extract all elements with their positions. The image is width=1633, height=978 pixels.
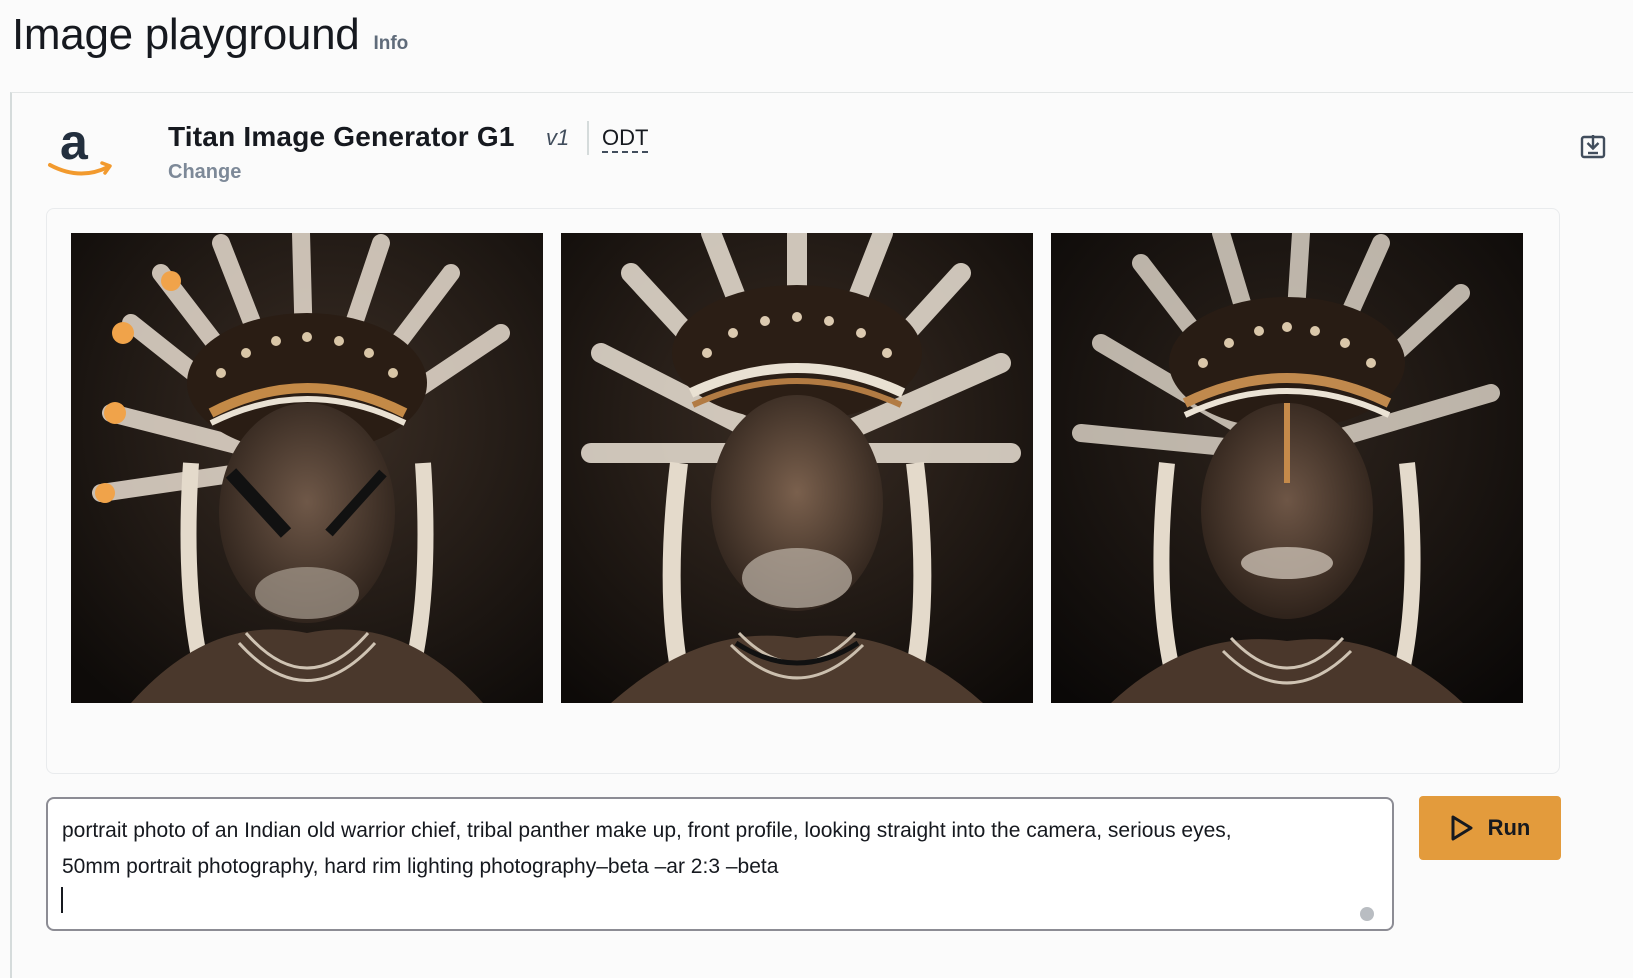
text-caret	[61, 887, 63, 913]
run-label: Run	[1487, 815, 1531, 840]
portrait-image	[561, 233, 1033, 703]
generated-image-1[interactable]	[71, 233, 543, 703]
generated-image-3[interactable]	[1051, 233, 1523, 703]
resize-handle[interactable]	[1360, 907, 1374, 921]
model-name: Titan Image Generator G1	[168, 121, 515, 152]
throughput-label[interactable]: ODT	[602, 125, 649, 153]
amazon-logo: a	[48, 119, 112, 176]
page-title: Image playground	[12, 10, 360, 59]
model-selector: a Titan Image Generator G1 v1 ODT Change	[46, 119, 1606, 189]
page-header: Image playground Info	[12, 10, 408, 60]
portrait-image	[1051, 233, 1523, 703]
run-button[interactable]: Run	[1419, 796, 1561, 860]
download-button[interactable]	[1578, 131, 1608, 161]
portrait-image	[71, 233, 543, 703]
change-model-link[interactable]: Change	[168, 161, 241, 184]
generated-image-2[interactable]	[561, 233, 1033, 703]
play-icon	[1451, 815, 1473, 841]
svg-text:a: a	[60, 119, 89, 170]
model-version: v1	[546, 125, 570, 150]
prompt-textarea[interactable]: portrait photo of an Indian old warrior …	[46, 797, 1394, 931]
image-gallery	[46, 208, 1560, 774]
playground-panel: a Titan Image Generator G1 v1 ODT Change	[10, 92, 1633, 978]
model-divider	[587, 121, 589, 155]
download-icon	[1580, 135, 1606, 159]
prompt-text: portrait photo of an Indian old warrior …	[62, 819, 1232, 878]
info-link[interactable]: Info	[373, 33, 408, 55]
